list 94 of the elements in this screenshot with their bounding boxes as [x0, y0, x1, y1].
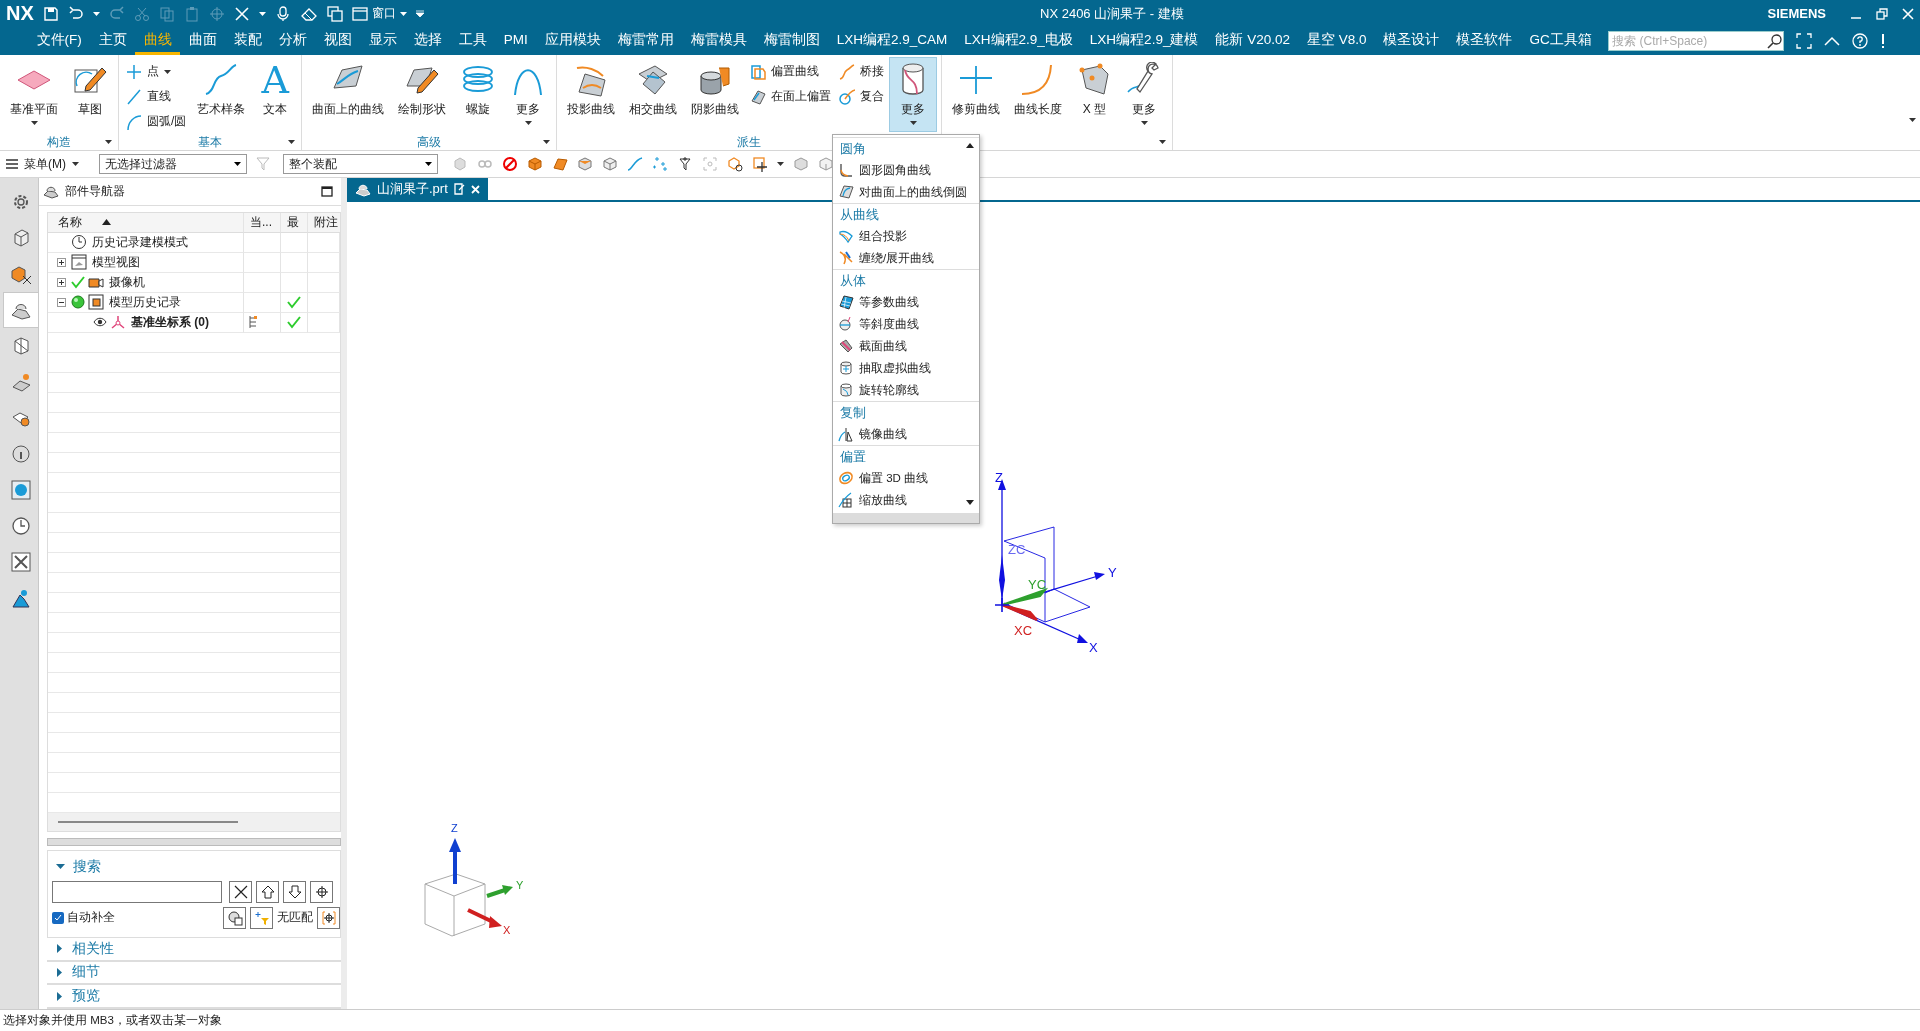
group-label: 基本: [198, 133, 223, 151]
ribbon-tab[interactable]: PMI: [495, 27, 537, 55]
axis-label: Y: [1108, 565, 1117, 580]
menu-item[interactable]: 缠绕/展开曲线: [833, 247, 979, 269]
column-header[interactable]: 最: [281, 212, 308, 233]
ribbon-tab[interactable]: 梅雷常用: [609, 27, 683, 55]
axis-label: Y: [516, 879, 524, 891]
menu-section-header: 偏置: [833, 445, 979, 467]
ribbon-tab[interactable]: 模圣软件: [1448, 27, 1521, 55]
ribbon-button[interactable]: 相交曲线: [623, 57, 684, 132]
ribbon-button[interactable]: 修剪曲线: [946, 57, 1007, 132]
ribbon-tab[interactable]: 分析: [270, 27, 316, 55]
ribbon-tab[interactable]: 装配: [225, 27, 271, 55]
ribbon-button[interactable]: 更多: [1120, 57, 1169, 132]
menu-item[interactable]: 等参数曲线: [833, 291, 979, 313]
column-header[interactable]: 名称: [48, 212, 244, 233]
assembly-scope-dropdown[interactable]: 整个装配: [283, 154, 438, 174]
menu-item[interactable]: 截面曲线: [833, 335, 979, 357]
menu-item[interactable]: 旋转轮廓线: [833, 379, 979, 401]
group-label: 高级: [417, 133, 442, 151]
ribbon-button[interactable]: 圆弧/圆: [123, 111, 190, 132]
ribbon-button[interactable]: 偏置曲线: [747, 61, 835, 82]
axis-label: ZC: [1008, 542, 1026, 557]
axis-label: X: [1089, 640, 1098, 655]
menu-item[interactable]: 偏置 3D 曲线: [833, 467, 979, 489]
ribbon-button[interactable]: 投影曲线: [561, 57, 622, 132]
brand-logo: SIEMENS: [1767, 6, 1826, 21]
section-header[interactable]: 细节: [47, 961, 341, 986]
panel-title: 部件导航器: [65, 182, 125, 200]
ribbon-tab[interactable]: LXH编程2.9_建模: [1081, 27, 1207, 55]
menu-section-header: 复制: [833, 401, 979, 423]
section-header[interactable]: 相关性: [47, 938, 341, 962]
column-header[interactable]: 附注: [308, 212, 340, 233]
ribbon-tab[interactable]: LXH编程2.9_CAM: [828, 27, 956, 55]
ribbon-button[interactable]: 基准平面: [4, 57, 64, 132]
menu-item[interactable]: 组合投影: [833, 225, 979, 247]
ribbon-button[interactable]: 草图: [66, 57, 114, 132]
window-title: NX 2406 山涧果子 - 建模: [1040, 5, 1184, 23]
ribbon-button[interactable]: 在面上偏置: [747, 86, 835, 107]
autocomplete-checkbox[interactable]: 自动补全: [52, 909, 115, 927]
ribbon-tab[interactable]: 曲面: [180, 27, 226, 55]
ribbon-button[interactable]: 绘制形状: [392, 57, 453, 132]
selection-filter-dropdown[interactable]: 无选择过滤器: [99, 154, 247, 174]
axis-label: Z: [451, 822, 458, 834]
menu-item[interactable]: 抽取虚拟曲线: [833, 357, 979, 379]
ribbon-tab[interactable]: 视图: [315, 27, 361, 55]
menu-section-header: 从体: [833, 269, 979, 291]
menu-section-header: 从曲线: [833, 203, 979, 225]
menu-item[interactable]: 镜像曲线: [833, 423, 979, 445]
status-message: 选择对象并使用 MB3，或者双击某一对象: [3, 1013, 222, 1028]
group-label: 构造: [47, 133, 71, 151]
ribbon-tab[interactable]: 工具: [450, 27, 496, 55]
axis-label: YC: [1028, 577, 1047, 592]
axis-label: Z: [995, 470, 1003, 485]
ribbon-button[interactable]: 螺旋: [454, 57, 503, 132]
ribbon-tab[interactable]: 梅雷模具: [682, 27, 756, 55]
ribbon-button[interactable]: 艺术样条: [191, 57, 252, 132]
menu-item[interactable]: 等斜度曲线: [833, 313, 979, 335]
ribbon-tab[interactable]: GC工具箱: [1521, 27, 1601, 55]
ribbon-button[interactable]: 曲面上的曲线: [306, 57, 391, 132]
section-header[interactable]: 搜索: [52, 855, 340, 879]
menu-item[interactable]: 圆形圆角曲线: [833, 159, 979, 181]
ribbon-tab[interactable]: 能新 V20.02: [1206, 27, 1299, 55]
ribbon-button[interactable]: 更多: [504, 57, 553, 132]
ribbon-button[interactable]: 桥接: [836, 61, 888, 82]
ribbon-button[interactable]: A 文本: [253, 57, 298, 132]
ribbon-button[interactable]: 直线: [123, 86, 190, 107]
axis-label: X: [503, 924, 511, 936]
axis-label: XC: [1014, 623, 1033, 638]
ribbon-button[interactable]: 曲线长度: [1008, 57, 1069, 132]
menu-button[interactable]: 菜单(M): [6, 155, 79, 173]
group-label: 派生: [737, 133, 762, 151]
ribbon-tab[interactable]: 梅雷制图: [755, 27, 829, 55]
ribbon-button[interactable]: 复合: [836, 86, 888, 107]
match-status: 无匹配: [277, 909, 313, 927]
window-menu[interactable]: 窗口: [351, 5, 407, 22]
ribbon-tab[interactable]: 显示: [360, 27, 406, 55]
column-header[interactable]: 当...: [244, 212, 281, 233]
ribbon-tab[interactable]: 星空 V8.0: [1298, 27, 1375, 55]
app-logo: NX: [6, 2, 34, 25]
document-tab[interactable]: 山涧果子.prt: [347, 178, 488, 200]
ribbon-tab[interactable]: 应用模块: [536, 27, 610, 55]
menu-item[interactable]: 缩放曲线: [833, 489, 979, 511]
ribbon-button[interactable]: 更多: [889, 57, 938, 132]
ribbon-button[interactable]: 点: [123, 61, 190, 82]
ribbon-button[interactable]: X 型: [1070, 57, 1119, 132]
menu-item[interactable]: 对曲面上的曲线倒圆: [833, 181, 979, 203]
ribbon-button[interactable]: 阴影曲线: [685, 57, 746, 132]
ribbon-tab[interactable]: LXH编程2.9_电极: [955, 27, 1082, 55]
search-field[interactable]: 搜索 (Ctrl+Space): [1608, 31, 1785, 51]
ribbon-tab[interactable]: 模圣设计: [1375, 27, 1448, 55]
ribbon-tab[interactable]: 主页: [90, 27, 136, 55]
ribbon-tab[interactable]: 文件(F): [28, 27, 91, 55]
ribbon-tab[interactable]: 选择: [405, 27, 451, 55]
